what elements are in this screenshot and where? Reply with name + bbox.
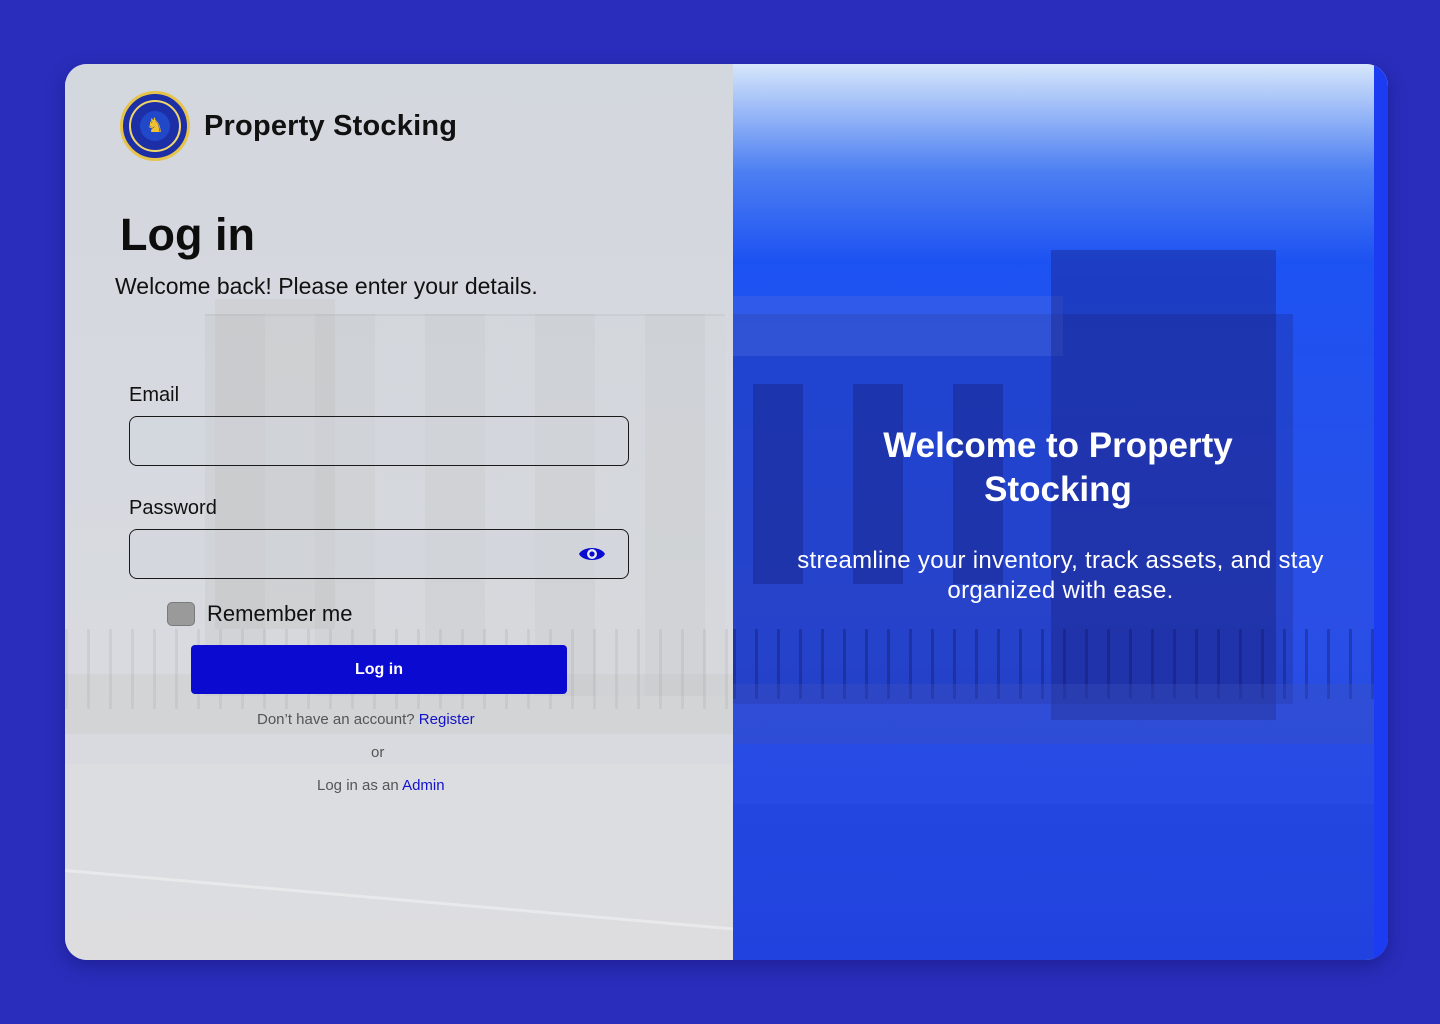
hero-heading: Welcome to Property Stocking — [883, 426, 1233, 509]
admin-login-link[interactable]: Admin — [402, 777, 445, 794]
eye-icon[interactable] — [578, 544, 606, 564]
register-link[interactable]: Register — [419, 711, 475, 728]
admin-login-prompt: Log in as an Admin — [317, 777, 445, 794]
brand-header: ♞ Property Stocking — [120, 91, 457, 161]
page-subtitle: Welcome back! Please enter your details. — [115, 273, 538, 299]
email-field[interactable] — [130, 417, 628, 465]
page-title: Log in — [120, 209, 255, 260]
campus-photo — [733, 804, 1388, 960]
register-prompt: Don’t have an account? Register — [257, 711, 475, 728]
hero-panel: Welcome to Property Stocking streamline … — [733, 64, 1388, 960]
email-field-wrapper — [129, 416, 629, 466]
remember-me-label: Remember me — [207, 601, 353, 626]
login-button[interactable]: Log in — [191, 645, 567, 694]
password-field[interactable] — [130, 530, 628, 578]
login-panel: ♞ Property Stocking Log in Welcome back!… — [65, 64, 733, 960]
password-label: Password — [129, 497, 217, 519]
password-field-wrapper — [129, 529, 629, 579]
remember-me[interactable]: Remember me — [167, 601, 352, 627]
remember-me-checkbox[interactable] — [167, 602, 195, 626]
brand-name: Property Stocking — [204, 109, 458, 142]
university-seal-icon: ♞ — [120, 91, 190, 161]
email-label: Email — [129, 384, 180, 406]
login-card: ♞ Property Stocking Log in Welcome back!… — [65, 64, 1388, 960]
hero-tagline: streamline your inventory, track assets,… — [797, 547, 1324, 604]
or-divider: or — [371, 744, 385, 761]
